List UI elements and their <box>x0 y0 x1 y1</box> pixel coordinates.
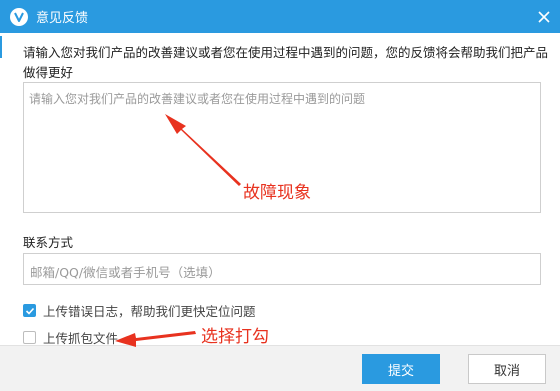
cancel-button[interactable]: 取消 <box>468 354 546 384</box>
upload-log-option[interactable]: 上传错误日志，帮助我们更快定位问题 <box>23 301 256 320</box>
annotation-fault: 故障现象 <box>243 183 311 203</box>
feedback-prompt: 请输入您对我们产品的改善建议或者您在使用过程中遇到的问题，您的反馈将会帮助我们把… <box>23 45 549 80</box>
submit-button[interactable]: 提交 <box>362 354 440 384</box>
checkmark-icon <box>25 307 34 315</box>
app-logo-icon <box>10 7 28 26</box>
upload-log-label: 上传错误日志，帮助我们更快定位问题 <box>43 304 256 319</box>
window-title: 意见反馈 <box>36 11 89 26</box>
close-button[interactable] <box>528 0 560 33</box>
contact-input[interactable]: 邮箱/QQ/微信或者手机号（选填） <box>23 253 541 285</box>
left-accent-stripe <box>0 36 2 58</box>
annotation-tick: 选择打勾 <box>201 327 269 347</box>
upload-log-checkbox[interactable] <box>23 304 36 317</box>
feedback-placeholder: 请输入您对我们产品的改善建议或者您在使用过程中遇到的问题 <box>29 92 366 106</box>
dialog-footer: 提交 取消 <box>0 345 560 391</box>
contact-placeholder: 邮箱/QQ/微信或者手机号（选填） <box>30 265 221 280</box>
close-icon <box>538 10 550 23</box>
title-bar: 意见反馈 <box>0 0 560 33</box>
contact-label: 联系方式 <box>23 235 74 250</box>
upload-capture-checkbox[interactable] <box>23 331 36 344</box>
